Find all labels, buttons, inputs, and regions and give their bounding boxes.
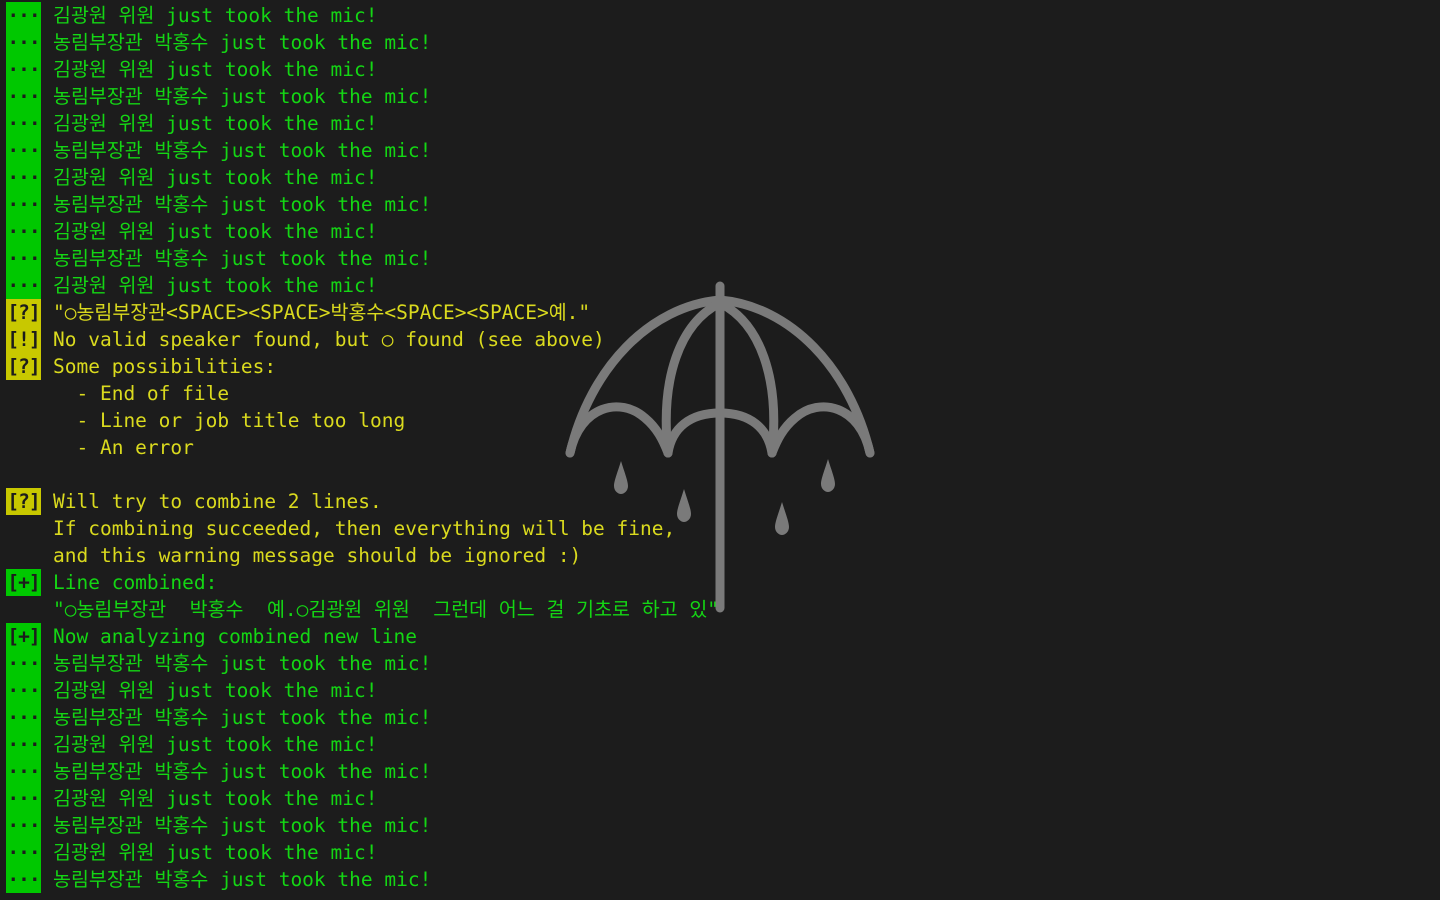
line-text: 김광원 위원 just took the mic! xyxy=(53,220,378,243)
umbrella-rib-icon xyxy=(767,402,875,458)
line-text: Some possibilities: xyxy=(53,355,277,378)
line-text: No valid speaker found, but ○ found (see… xyxy=(53,328,605,351)
line-text: 농림부장관 박홍수 just took the mic! xyxy=(53,31,432,54)
line-text: Line combined: xyxy=(53,571,218,594)
status-tag-ok: ··· xyxy=(6,164,41,191)
status-tag-ok: ··· xyxy=(6,56,41,83)
umbrella-rib-icon xyxy=(565,402,673,458)
raindrop-icon xyxy=(614,461,628,494)
status-tag-ok: ··· xyxy=(6,272,41,299)
line-text: 김광원 위원 just took the mic! xyxy=(53,787,378,810)
line-text: 김광원 위원 just took the mic! xyxy=(53,112,378,135)
line-text: 농림부장관 박홍수 just took the mic! xyxy=(53,814,432,837)
status-tag-ok: [+] xyxy=(6,569,41,596)
raindrop-icon xyxy=(775,502,789,535)
umbrella-with-raindrops-icon xyxy=(565,281,875,613)
status-tag-warn: [?] xyxy=(6,488,41,515)
line-text: "○농림부장관 박홍수 예.○김광원 위원 그런데 어느 걸 기초로 하고 있" xyxy=(53,598,720,621)
terminal-window[interactable]: ··· 김광원 위원 just took the mic! ··· 농림부장관 박홍수… xyxy=(0,0,1440,900)
line-text: 농림부장관 박홍수 just took the mic! xyxy=(53,706,432,729)
status-tag-warn: [!] xyxy=(6,326,41,353)
status-tag-ok: [+] xyxy=(6,623,41,650)
raindrop-icon xyxy=(677,489,691,522)
line-text: 농림부장관 박홍수 just took the mic! xyxy=(53,193,432,216)
line-text: 농림부장관 박홍수 just took the mic! xyxy=(53,760,432,783)
line-text: - Line or job title too long xyxy=(53,409,406,432)
line-text: 농림부장관 박홍수 just took the mic! xyxy=(53,85,432,108)
umbrella-rib-icon xyxy=(661,298,779,458)
status-tag-ok: ··· xyxy=(6,110,41,137)
status-tag-ok: ··· xyxy=(6,785,41,812)
status-tag-warn: [?] xyxy=(6,299,41,326)
line-text: "○농림부장관<SPACE><SPACE>박홍수<SPACE><SPACE>예.… xyxy=(53,301,591,324)
status-tag-ok: ··· xyxy=(6,191,41,218)
line-text: 김광원 위원 just took the mic! xyxy=(53,841,378,864)
status-tag-warn: [?] xyxy=(6,353,41,380)
status-tag-ok: ··· xyxy=(6,137,41,164)
line-text: 농림부장관 박홍수 just took the mic! xyxy=(53,139,432,162)
status-tag-ok: ··· xyxy=(6,758,41,785)
line-text: Now analyzing combined new line xyxy=(53,625,417,648)
status-tag-ok: ··· xyxy=(6,218,41,245)
line-text: If combining succeeded, then everything … xyxy=(53,517,676,540)
status-tag-ok: ··· xyxy=(6,677,41,704)
status-tag-ok: ··· xyxy=(6,2,41,29)
line-text: 농림부장관 박홍수 just took the mic! xyxy=(53,868,432,891)
line-text: 김광원 위원 just took the mic! xyxy=(53,733,378,756)
status-tag-ok: ··· xyxy=(6,812,41,839)
line-text: 김광원 위원 just took the mic! xyxy=(53,166,378,189)
raindrop-icon xyxy=(821,459,835,492)
line-text: 김광원 위원 just took the mic! xyxy=(53,679,378,702)
status-tag-ok: ··· xyxy=(6,83,41,110)
status-tag-ok: ··· xyxy=(6,29,41,56)
status-tag-ok: ··· xyxy=(6,839,41,866)
line-text: - An error xyxy=(53,436,194,459)
line-text: 농림부장관 박홍수 just took the mic! xyxy=(53,652,432,675)
line-text: 김광원 위원 just took the mic! xyxy=(53,58,378,81)
umbrella-rib-icon xyxy=(663,408,777,458)
status-tag-ok: ··· xyxy=(6,245,41,272)
status-tag-ok: ··· xyxy=(6,731,41,758)
umbrella-canopy-icon xyxy=(565,295,875,458)
status-tag-ok: ··· xyxy=(6,704,41,731)
status-tag-ok: ··· xyxy=(6,866,41,893)
line-text: and this warning message should be ignor… xyxy=(53,544,582,567)
line-text: 김광원 위원 just took the mic! xyxy=(53,274,378,297)
line-text: 김광원 위원 just took the mic! xyxy=(53,4,378,27)
status-tag-ok: ··· xyxy=(6,650,41,677)
line-text: - End of file xyxy=(53,382,230,405)
line-text: Will try to combine 2 lines. xyxy=(53,490,382,513)
line-text: 농림부장관 박홍수 just took the mic! xyxy=(53,247,432,270)
